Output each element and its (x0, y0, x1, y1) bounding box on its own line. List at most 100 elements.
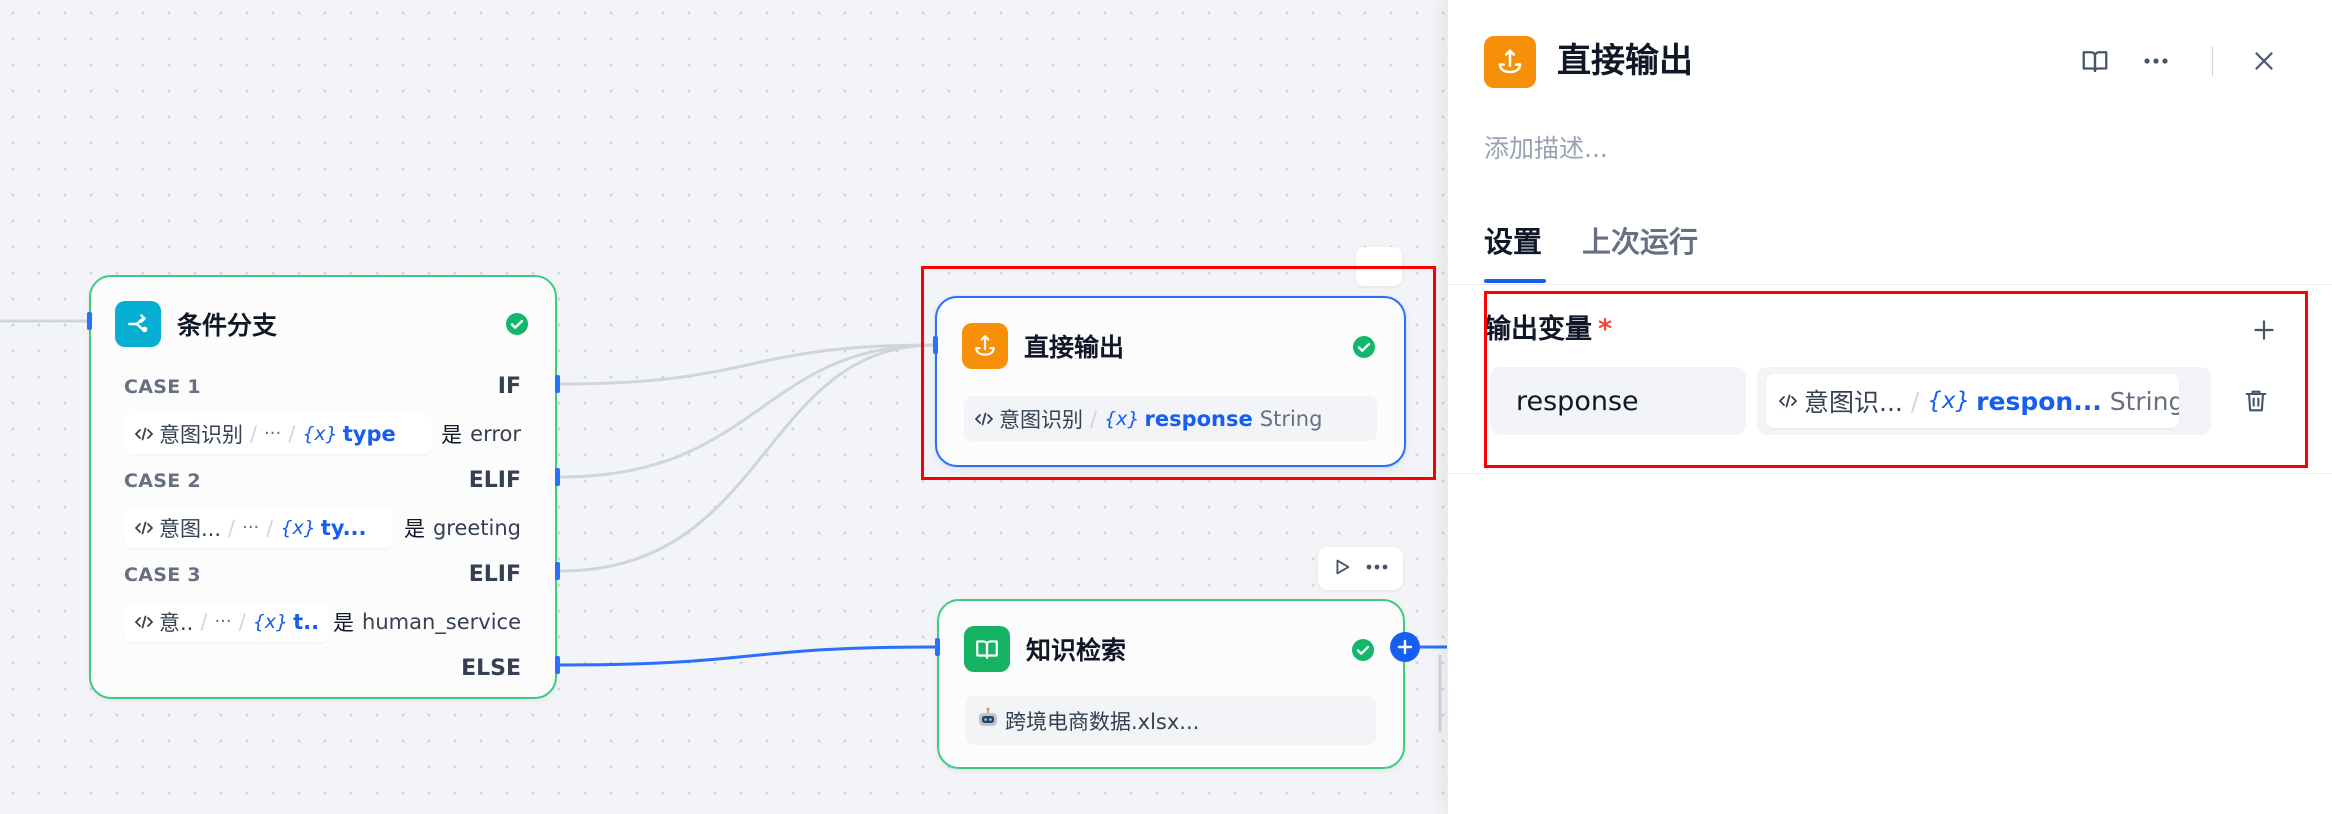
case-keyword: IF (497, 374, 521, 399)
if-else-icon (115, 301, 161, 347)
comparison-value: human_service (362, 609, 521, 634)
knowledge-book-icon (964, 626, 1010, 672)
connection-handle-in[interactable] (935, 638, 940, 656)
panel-title[interactable]: 直接输出 (1557, 40, 1693, 82)
source-node-name: 意图识别 (999, 407, 1083, 432)
connection-handle-in[interactable] (933, 336, 938, 354)
more-dots-icon[interactable] (1364, 556, 1390, 582)
path-separator: / (250, 421, 258, 446)
comparison-operator: 是 (441, 422, 463, 447)
comparison-value: greeting (432, 515, 521, 540)
variable-name: ty... (320, 515, 367, 540)
add-next-node-button[interactable] (1390, 632, 1420, 662)
variable-name: type (342, 421, 396, 446)
variable-icon: {x} (280, 516, 316, 539)
success-check-icon (505, 312, 529, 336)
variable-name-input[interactable]: response (1490, 367, 1746, 435)
comparison-value: error (470, 421, 521, 446)
path-ellipsis: ··· (214, 611, 232, 632)
code-icon (135, 521, 153, 534)
dataset-name: 跨境电商数据.xlsx... (1005, 709, 1200, 734)
description-input[interactable]: 添加描述... (1484, 133, 1608, 165)
condition-comparison: 是 error (441, 419, 521, 449)
variable-reference[interactable]: 意.. / ··· / {x} t.. (124, 601, 330, 642)
node-direct-output[interactable]: 直接输出 意图识别 / {x} response String (935, 296, 1406, 467)
variable-icon: {x} (252, 610, 289, 633)
case-header: CASE 2 ELIF (124, 457, 521, 504)
source-node-name: 意.. (159, 610, 194, 635)
variable-name: respon... (1976, 386, 2102, 416)
node-knowledge-retrieval[interactable]: 知识检索 跨境电商数据.xlsx... (937, 599, 1405, 769)
variable-type: String (1259, 406, 1323, 431)
case-header: CASE 1 IF (124, 363, 521, 410)
section-divider (1448, 473, 2332, 474)
code-icon (1779, 394, 1797, 408)
case-label: CASE 2 (124, 469, 201, 492)
success-check-icon (1351, 638, 1375, 662)
path-separator: / (228, 515, 236, 540)
node-title: 条件分支 (177, 311, 278, 340)
connection-handle-case2[interactable] (555, 468, 560, 486)
node-title: 知识检索 (1026, 636, 1127, 665)
section-title: 输出变量 (1484, 314, 1592, 345)
header-divider (2212, 46, 2213, 76)
condition-row[interactable]: 意图... / ··· / {x} ty... 是 greeting (124, 504, 521, 551)
condition-row[interactable]: 意图识别 / ··· / {x} type 是 error (124, 410, 521, 457)
connection-handle-case1[interactable] (555, 375, 560, 393)
node-mini-toolbar (1318, 547, 1403, 590)
variable-selector[interactable]: 意图识... / {x} respon... String (1757, 367, 2211, 435)
node-header: 直接输出 (962, 323, 1124, 369)
active-tab-indicator (1484, 279, 1546, 283)
variable-icon: {x} (302, 422, 338, 445)
connection-handle-case3[interactable] (555, 562, 560, 580)
add-icon[interactable] (2248, 314, 2280, 346)
source-node-name: 意图识别 (159, 422, 243, 447)
variable-icon: {x} (1104, 407, 1140, 430)
output-variables-heading: 输出变量 * (1484, 312, 1612, 348)
variable-icon: {x} (1927, 388, 1971, 414)
case-label: CASE 3 (124, 563, 201, 586)
case-header: CASE 3 ELIF (124, 551, 521, 598)
node-action-tab[interactable] (1356, 247, 1402, 286)
path-separator: / (238, 609, 246, 634)
dataset-icon (976, 706, 1000, 735)
code-icon (975, 412, 993, 425)
node-header: 知识检索 (964, 626, 1126, 672)
answer-icon (962, 323, 1008, 369)
tab-last-run[interactable]: 上次运行 (1582, 222, 1698, 262)
code-icon (135, 427, 153, 440)
variable-reference[interactable]: 意图识... / {x} respon... String (1766, 374, 2179, 428)
condition-comparison: 是 greeting (404, 513, 521, 543)
connection-handle-in[interactable] (87, 312, 92, 330)
path-separator: / (266, 515, 274, 540)
variable-name: response (1144, 406, 1253, 431)
close-icon[interactable] (2248, 45, 2280, 77)
path-ellipsis: ··· (264, 423, 282, 444)
variable-reference[interactable]: 意图... / ··· / {x} ty... (124, 507, 393, 548)
trash-icon[interactable] (2240, 385, 2272, 417)
node-condition-branch[interactable]: 条件分支 CASE 1 IF 意图识别 / ··· / {x} type 是 e… (89, 275, 557, 699)
variable-reference[interactable]: 意图识别 / ··· / {x} type (124, 413, 432, 454)
path-separator: / (200, 609, 208, 634)
tabs-divider (1448, 284, 2332, 285)
run-play-icon[interactable] (1331, 556, 1353, 582)
tab-settings[interactable]: 设置 (1484, 222, 1542, 262)
workflow-editor: 条件分支 CASE 1 IF 意图识别 / ··· / {x} type 是 e… (0, 0, 2332, 814)
edge-else-to-knowledge[interactable] (559, 645, 936, 667)
else-row: ELSE (124, 645, 521, 692)
more-dots-icon[interactable] (2140, 45, 2172, 77)
condition-list: CASE 1 IF 意图识别 / ··· / {x} type 是 error … (124, 363, 521, 692)
source-node-name: 意图... (159, 516, 222, 541)
dataset-item[interactable]: 跨境电商数据.xlsx... (966, 696, 1376, 745)
else-keyword: ELSE (461, 656, 521, 681)
help-book-icon[interactable] (2079, 45, 2111, 77)
case-label: CASE 1 (124, 375, 201, 398)
path-ellipsis: ··· (242, 517, 260, 538)
required-mark: * (1598, 314, 1613, 345)
node-header: 条件分支 (115, 301, 277, 347)
condition-row[interactable]: 意.. / ··· / {x} t.. 是 human_service (124, 598, 521, 645)
path-separator: / (1090, 406, 1098, 431)
edge-case3-to-output[interactable] (559, 343, 936, 573)
comparison-operator: 是 (333, 610, 355, 635)
connection-handle-else[interactable] (555, 656, 560, 674)
